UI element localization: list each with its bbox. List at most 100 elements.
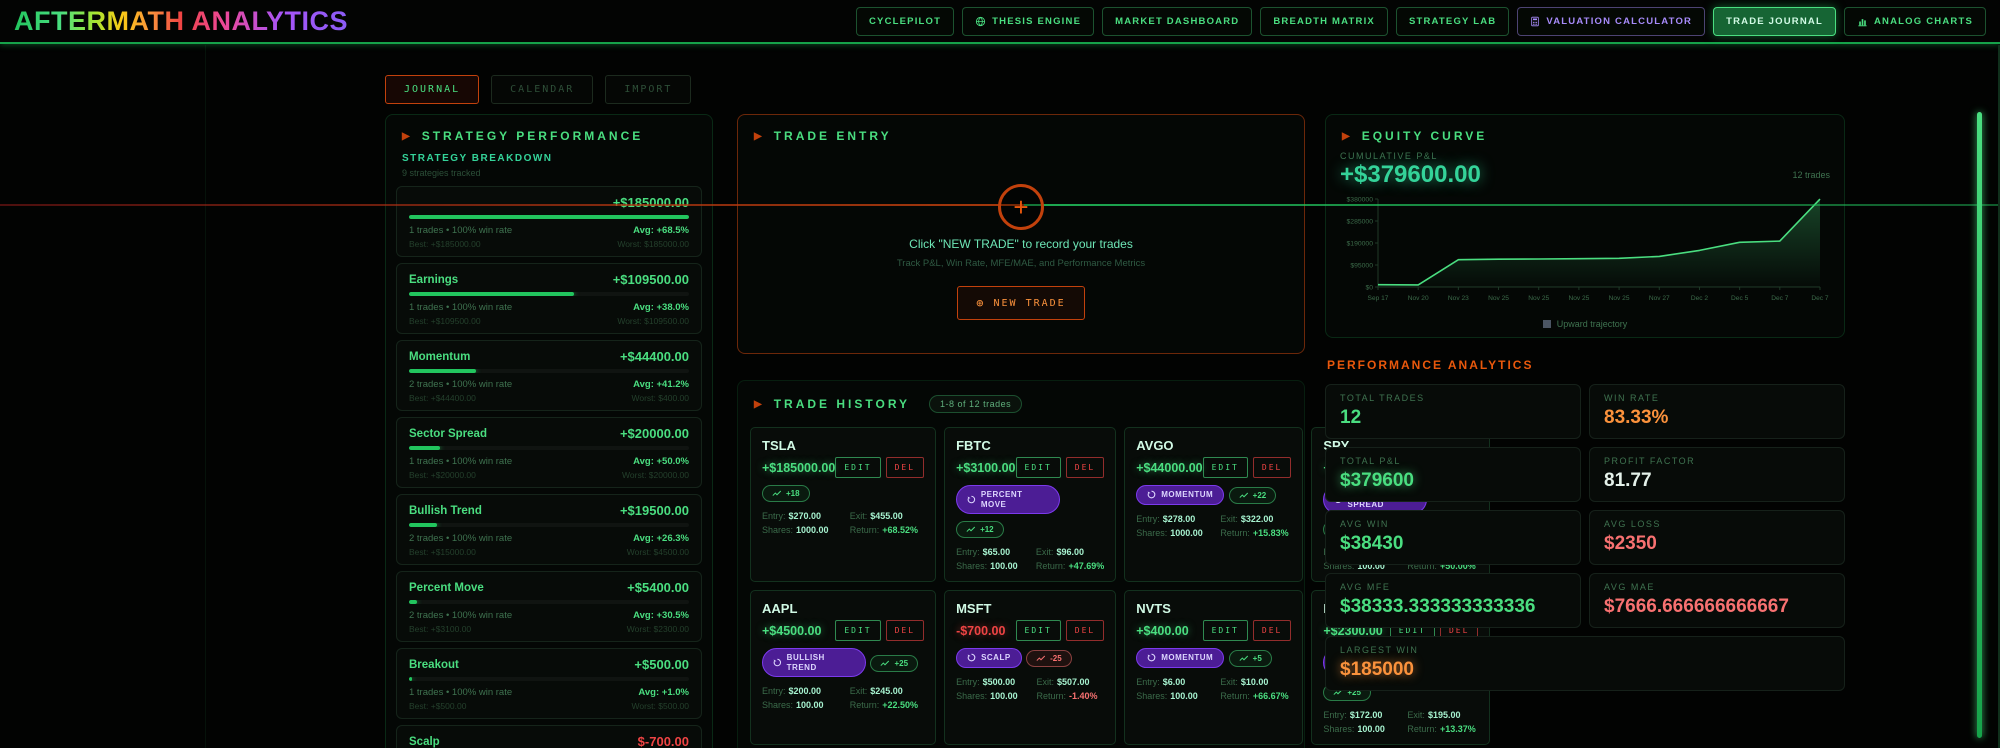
strategy-pnl: +$19500.00 (619, 503, 689, 518)
strategy-worst: Worst: $2300.00 (626, 624, 689, 634)
nav-trade-journal[interactable]: TRADE JOURNAL (1713, 6, 1836, 36)
stat-profit-factor: PROFIT FACTOR 81.77 (1589, 447, 1845, 502)
strategy-item[interactable]: +$185000.00 1 trades • 100% win rate Avg… (396, 186, 702, 257)
strategy-list: +$185000.00 1 trades • 100% win rate Avg… (386, 186, 712, 748)
edit-button[interactable]: EDIT (835, 620, 881, 642)
trade-symbol: MSFT (956, 601, 992, 617)
svg-text:Nov 25: Nov 25 (1609, 295, 1630, 302)
panel-title: EQUITY CURVE (1361, 129, 1488, 143)
edit-button[interactable]: EDIT (835, 457, 881, 478)
delete-button[interactable]: DEL (1065, 457, 1105, 478)
edit-button[interactable]: EDIT (1202, 620, 1248, 642)
trade-entry: Entry: $6.00 (1136, 676, 1186, 687)
trade-entry: Entry: $500.00 (956, 676, 1016, 687)
strategy-progress-bar (409, 292, 689, 296)
stat-avg-win: AVG WIN $38430 (1325, 510, 1581, 565)
strategy-trades: 1 trades • 100% win rate (409, 225, 513, 236)
trade-shares: Shares: 100.00 (956, 690, 1018, 701)
panel-title: STRATEGY PERFORMANCE (421, 129, 644, 143)
tab-import[interactable]: IMPORT (605, 75, 692, 104)
stat-value: 12 (1340, 407, 1362, 428)
top-nav: CYCLEPILOT THESIS ENGINE MARKET DASHBOARD B… (855, 6, 1986, 36)
panel-arrow-icon: ▶ (754, 398, 765, 410)
trade-symbol: AAPL (762, 601, 798, 617)
edit-button[interactable]: EDIT (1015, 457, 1061, 478)
svg-text:Dec 7: Dec 7 (1811, 295, 1829, 302)
tab-calendar[interactable]: CALENDAR (491, 75, 594, 104)
trend-tag-label: +25 (894, 659, 909, 669)
delete-button[interactable]: DEL (1252, 620, 1292, 642)
nav-cyclepilot[interactable]: CYCLEPILOT (855, 6, 955, 36)
strategy-breakdown-header: STRATEGY BREAKDOWN 9 strategies tracked (386, 149, 712, 186)
edit-button[interactable]: EDIT (1202, 457, 1248, 478)
delete-button[interactable]: DEL (1065, 620, 1105, 642)
strategy-name: Momentum (409, 350, 471, 363)
strategy-name: Breakout (409, 658, 459, 671)
stat-label: TOTAL P&L (1340, 456, 1401, 466)
nav-label: CYCLEPILOT (868, 15, 942, 27)
delete-button[interactable]: DEL (885, 457, 925, 478)
edit-button[interactable]: EDIT (1015, 620, 1061, 642)
trade-shares: Shares: 100.00 (1323, 724, 1385, 735)
equity-curve-panel: ▶ EQUITY CURVE CUMULATIVE P&L +$379600.0… (1325, 114, 1845, 338)
nav-analog-charts[interactable]: ANALOG CHARTS (1844, 6, 1986, 36)
trade-return: Return: +68.52% (849, 525, 919, 535)
globe-icon (975, 16, 986, 27)
middle-column: ▶ TRADE ENTRY + Click "NEW TRADE" to rec… (737, 114, 1491, 748)
strategy-item[interactable]: Percent Move +$5400.00 2 trades • 100% w… (396, 571, 702, 642)
right-column: ▶ EQUITY CURVE CUMULATIVE P&L +$379600.0… (1325, 114, 1845, 691)
trade-shares: Shares: 100.00 (1136, 690, 1198, 701)
strategy-best: Best: +$109500.00 (409, 316, 481, 326)
nav-thesis-engine[interactable]: THESIS ENGINE (962, 6, 1095, 36)
trade-card: AAPL +$4500.00 EDIT DEL BULLISH TREND +2… (750, 590, 937, 746)
stat-avg-loss: AVG LOSS $2350 (1589, 510, 1845, 565)
plus-circle-icon: + (998, 184, 1044, 230)
strategy-worst: Worst: $4500.00 (626, 547, 689, 557)
strategy-item[interactable]: Momentum +$44400.00 2 trades • 100% win … (396, 340, 702, 411)
nav-label: BREADTH MATRIX (1273, 15, 1375, 27)
new-trade-hint: Click "NEW TRADE" to record your trades (909, 237, 1133, 251)
trade-card: NVTS +$400.00 EDIT DEL MOMENTUM +5 Entry… (1124, 590, 1304, 746)
tab-journal[interactable]: JOURNAL (385, 75, 480, 104)
strategy-item[interactable]: Sector Spread +$20000.00 1 trades • 100%… (396, 417, 702, 488)
trade-details: Entry: $278.00 Exit: $322.00 Shares: 1000.00 R… (1136, 514, 1291, 538)
trade-pnl: +$3100.00 (956, 460, 1016, 475)
strategy-pill: PERCENT MOVE (956, 485, 1061, 515)
trend-icon (966, 526, 976, 533)
nav-breadth-matrix[interactable]: BREADTH MATRIX (1260, 6, 1388, 36)
strategy-item[interactable]: Breakout +$500.00 1 trades • 100% win ra… (396, 648, 702, 719)
nav-market-dashboard[interactable]: MARKET DASHBOARD (1102, 6, 1253, 36)
strategy-item[interactable]: Bullish Trend +$19500.00 2 trades • 100%… (396, 494, 702, 565)
strategy-best: Best: +$500.00 (409, 701, 467, 711)
trend-tag: -25 (1026, 650, 1072, 668)
strategy-name: Bullish Trend (409, 504, 482, 517)
svg-text:$190000: $190000 (1347, 240, 1374, 247)
panel-header: ▶ STRATEGY PERFORMANCE (386, 115, 712, 149)
strategy-pill-label: SCALP (981, 653, 1011, 663)
trend-tag: +25 (870, 655, 919, 673)
trend-icon (880, 660, 890, 667)
nav-strategy-lab[interactable]: STRATEGY LAB (1395, 6, 1510, 36)
svg-text:Sep 17: Sep 17 (1368, 295, 1389, 302)
panel-arrow-icon: ▶ (754, 130, 765, 142)
journal-tabs: JOURNAL CALENDAR IMPORT (385, 75, 1985, 104)
delete-button[interactable]: DEL (885, 620, 925, 642)
panel-arrow-icon: ▶ (1342, 130, 1353, 142)
delete-button[interactable]: DEL (1252, 457, 1292, 478)
trade-return: Return: +13.37% (1407, 724, 1476, 735)
nav-valuation-calculator[interactable]: VALUATION CALCULATOR (1517, 6, 1706, 36)
strategy-trades: 2 trades • 100% win rate (409, 379, 513, 390)
strategy-item[interactable]: Scalp $-700.00 1 trades • 0% win rate Av… (396, 725, 702, 748)
strategy-avg: Avg: +68.5% (633, 225, 689, 236)
stat-value: $38333.333333333336 (1340, 596, 1536, 617)
stat-value: $2350 (1604, 533, 1657, 554)
scrollbar-thumb[interactable] (1977, 112, 1982, 738)
stat-label: AVG WIN (1340, 519, 1389, 529)
performance-analytics-title: PERFORMANCE ANALYTICS (1327, 358, 1534, 372)
strategy-item[interactable]: Earnings +$109500.00 1 trades • 100% win… (396, 263, 702, 334)
stat-avg-mfe: AVG MFE $38333.333333333336 (1325, 573, 1581, 628)
new-trade-button[interactable]: ⊕ NEW TRADE (957, 286, 1085, 320)
stat-total-p-l: TOTAL P&L $379600 (1325, 447, 1581, 502)
strategy-pill: MOMENTUM (1136, 648, 1225, 668)
strategy-name: Percent Move (409, 581, 484, 594)
